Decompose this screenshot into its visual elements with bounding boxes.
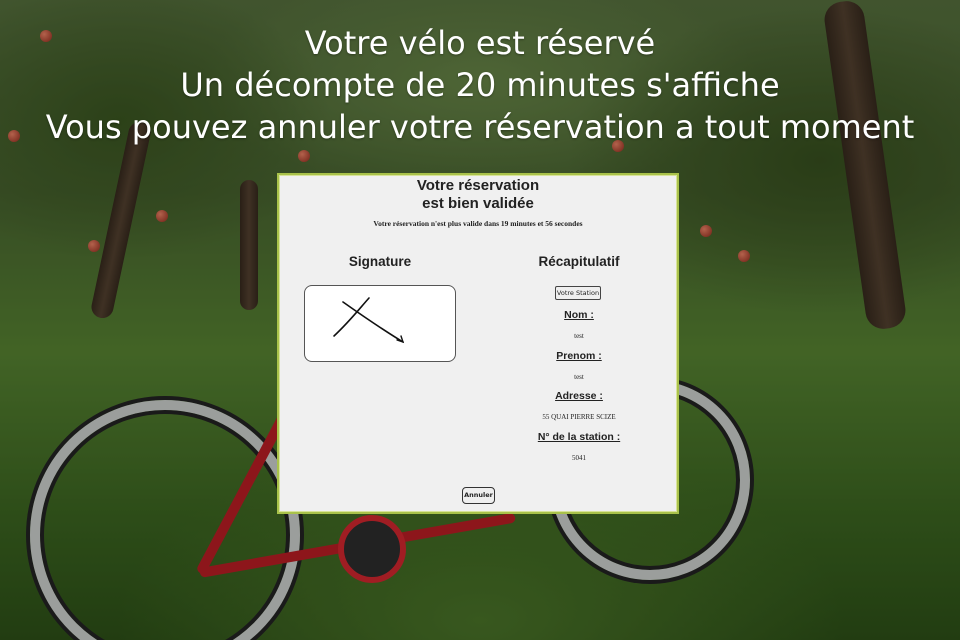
recap-heading: Récapitulatif [538, 254, 620, 269]
headline-line-reserved: Votre vélo est réservé [304, 24, 656, 62]
signature-canvas[interactable] [304, 285, 456, 362]
apple [700, 225, 712, 237]
nom-value: test [574, 332, 584, 340]
apple [738, 250, 750, 262]
bicycle-chainring [338, 515, 406, 583]
panel-title: Votre réservation est bien validée [279, 177, 677, 213]
countdown-text: Votre réservation n'est plus valide dans… [373, 219, 583, 228]
adresse-label: Adresse : [555, 390, 603, 402]
panel-title-line1: Votre réservation [416, 177, 540, 194]
tree-trunk [240, 180, 258, 310]
apple [298, 150, 310, 162]
headline-line-cancel-info: Vous pouvez annuler votre réservation a … [45, 108, 915, 146]
nom-label: Nom : [564, 309, 594, 321]
your-station-button[interactable]: Votre Station [555, 286, 601, 300]
cancel-button[interactable]: Annuler [462, 487, 495, 504]
station-number-label: N° de la station : [537, 431, 621, 443]
headline-line-countdown: Un décompte de 20 minutes s'affiche [180, 66, 780, 104]
headline: Votre vélo est réservé Un décompte de 20… [0, 22, 960, 148]
reservation-panel: Votre réservation est bien validée Votre… [277, 173, 679, 514]
signature-x-mark [333, 297, 405, 344]
adresse-value: 55 QUAI PIERRE SCIZE [542, 413, 616, 421]
prenom-label: Prenom : [556, 350, 602, 362]
apple [156, 210, 168, 222]
station-number-value: 5041 [572, 454, 586, 462]
signature-heading: Signature [348, 254, 412, 269]
panel-title-line2: est bien validée [422, 195, 534, 212]
apple [88, 240, 100, 252]
prenom-value: test [574, 373, 584, 381]
